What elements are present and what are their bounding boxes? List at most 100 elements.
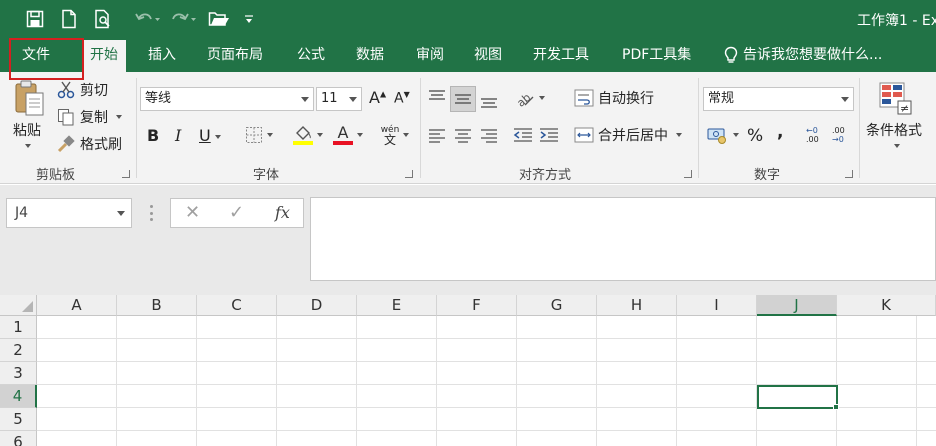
italic-button[interactable]: I (175, 126, 181, 145)
align-bottom-icon[interactable] (478, 90, 500, 112)
shrink-font-button[interactable]: A▼ (394, 90, 410, 107)
alignment-group-label: 对齐方式 (519, 168, 572, 183)
column-header-d[interactable]: D (277, 295, 357, 316)
tab-home[interactable]: 开始 (82, 40, 126, 74)
conditional-format-icon[interactable]: ≠ (877, 80, 913, 116)
copy-button[interactable]: 复制 (57, 107, 122, 127)
row-header-1[interactable]: 1 (0, 316, 37, 339)
borders-button[interactable] (242, 124, 276, 146)
print-preview-icon[interactable] (90, 6, 116, 32)
paste-icon[interactable] (12, 78, 48, 118)
ribbon-tabs: 文件 开始 插入 页面布局 公式 数据 审阅 视图 开发工具 PDF工具集 告诉… (0, 38, 936, 74)
column-header-g[interactable]: G (517, 295, 597, 316)
font-color-swatch (333, 141, 353, 145)
percent-style-button[interactable]: % (747, 126, 763, 146)
column-gridline (356, 316, 357, 446)
row-header-2[interactable]: 2 (0, 339, 37, 362)
clipboard-launcher-icon[interactable] (122, 170, 130, 178)
grow-font-button[interactable]: A▲ (369, 88, 386, 107)
column-header-b[interactable]: B (117, 295, 197, 316)
formula-input[interactable] (310, 197, 936, 281)
font-size-select[interactable]: 11 (316, 87, 362, 111)
column-header-e[interactable]: E (357, 295, 437, 316)
number-launcher-icon[interactable] (845, 170, 853, 178)
select-all-button[interactable] (0, 295, 37, 316)
tab-review[interactable]: 审阅 (416, 38, 444, 72)
active-cell[interactable] (757, 385, 838, 409)
row-header-5[interactable]: 5 (0, 408, 37, 431)
format-painter-button[interactable]: 格式刷 (57, 134, 122, 154)
align-top-icon[interactable] (426, 86, 448, 108)
align-center-icon[interactable] (452, 124, 474, 146)
formula-bar-grip-icon[interactable] (150, 205, 153, 221)
decrease-indent-icon[interactable] (512, 124, 534, 146)
orientation-button[interactable]: ab (512, 86, 548, 110)
name-box[interactable]: J4 (6, 198, 132, 228)
cut-button[interactable]: 剪切 (57, 80, 108, 100)
redo-icon[interactable] (170, 6, 196, 32)
open-folder-icon[interactable] (206, 6, 232, 32)
font-group-label: 字体 (253, 168, 280, 183)
column-header-k[interactable]: K (837, 295, 936, 316)
tab-formulas[interactable]: 公式 (297, 38, 325, 72)
merge-center-button[interactable]: 合并后居中 (574, 125, 682, 145)
font-color-button[interactable]: A (330, 122, 366, 148)
tell-me-box[interactable]: 告诉我您想要做什么... (724, 38, 882, 72)
column-gridline (836, 316, 837, 446)
paste-dropdown-icon[interactable] (25, 138, 31, 154)
paste-button[interactable]: 粘贴 (13, 120, 41, 140)
row-header-6[interactable]: 6 (0, 431, 37, 446)
conditional-format-button[interactable]: 条件格式 (866, 120, 922, 140)
wrap-text-button[interactable]: 自动换行 (574, 88, 654, 108)
column-header-i[interactable]: I (677, 295, 757, 316)
tab-insert[interactable]: 插入 (148, 38, 176, 72)
column-header-j[interactable]: J (757, 295, 837, 316)
cancel-icon[interactable]: ✕ (185, 202, 200, 223)
fill-color-button[interactable] (290, 122, 326, 148)
increase-decimal-button[interactable]: ←0 .00 (806, 126, 819, 144)
comma-style-button[interactable]: , (777, 122, 783, 142)
align-middle-icon[interactable] (450, 86, 476, 112)
increase-decimal-bottom: .00 (806, 135, 819, 144)
save-icon[interactable] (22, 6, 48, 32)
group-separator (698, 78, 699, 178)
tab-file[interactable]: 文件 (22, 38, 50, 72)
accounting-format-button[interactable] (704, 122, 742, 148)
customize-qat-icon[interactable] (242, 6, 256, 32)
insert-function-icon[interactable]: fx (275, 203, 290, 222)
align-left-icon[interactable] (426, 124, 448, 146)
tab-view[interactable]: 视图 (474, 38, 502, 72)
bold-button[interactable]: B (147, 126, 159, 145)
tab-data[interactable]: 数据 (356, 38, 384, 72)
row-header-4[interactable]: 4 (0, 385, 37, 408)
decrease-decimal-button[interactable]: .00 →0 (832, 126, 845, 144)
tab-pdf-tools[interactable]: PDF工具集 (622, 38, 691, 72)
fill-handle[interactable] (833, 404, 839, 410)
column-header-c[interactable]: C (197, 295, 277, 316)
column-header-f[interactable]: F (437, 295, 517, 316)
tab-developer[interactable]: 开发工具 (533, 38, 589, 72)
row-gridline (37, 338, 936, 339)
enter-icon[interactable]: ✓ (229, 202, 244, 223)
increase-indent-icon[interactable] (538, 124, 560, 146)
conditional-format-dropdown-icon[interactable] (894, 138, 900, 154)
new-document-icon[interactable] (56, 6, 82, 32)
tell-me-text: 告诉我您想要做什么... (743, 47, 883, 63)
column-header-a[interactable]: A (37, 295, 117, 316)
increase-decimal-top: ←0 (806, 126, 818, 135)
underline-button[interactable]: U (199, 126, 221, 145)
alignment-launcher-icon[interactable] (684, 170, 692, 178)
font-name-value: 等线 (145, 91, 172, 106)
undo-icon[interactable] (134, 6, 160, 32)
number-format-select[interactable]: 常规 (703, 87, 854, 111)
shrink-font-icon: A (394, 90, 404, 107)
row-header-3[interactable]: 3 (0, 362, 37, 385)
grow-font-icon: A (369, 88, 380, 107)
formula-buttons: ✕ ✓ fx (170, 198, 304, 228)
tab-page-layout[interactable]: 页面布局 (207, 38, 263, 72)
font-launcher-icon[interactable] (405, 170, 413, 178)
font-name-select[interactable]: 等线 (140, 87, 314, 111)
column-header-h[interactable]: H (597, 295, 677, 316)
align-right-icon[interactable] (478, 124, 500, 146)
phonetic-button[interactable]: wén 文 (376, 122, 414, 148)
